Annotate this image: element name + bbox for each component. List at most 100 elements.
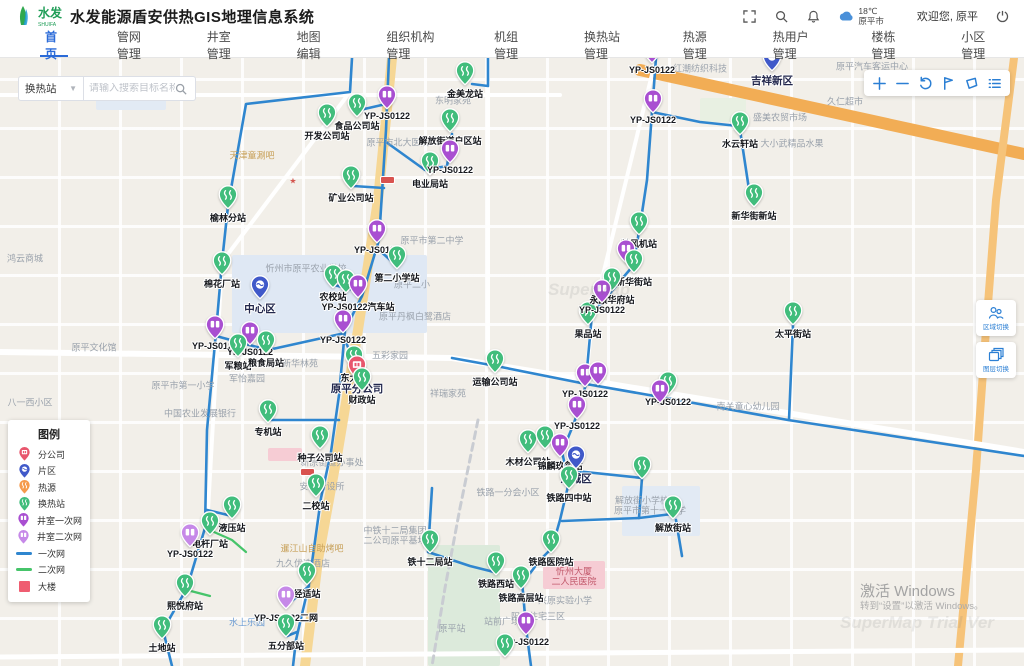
legend-line-icon: [16, 552, 32, 555]
area-switch-button[interactable]: 区域切换: [976, 300, 1016, 336]
map-poi-label: 祥瑞家苑: [430, 387, 466, 400]
notification-bell-icon[interactable]: [806, 9, 821, 24]
map-poi-label: 久仁超市: [827, 95, 863, 108]
marker-label: 吉祥新区: [751, 73, 793, 88]
logo-icon: [14, 5, 34, 27]
fullscreen-icon[interactable]: [742, 9, 757, 24]
marker-label: 熙悦府站: [167, 599, 203, 612]
tab-小区管理[interactable]: 小区管理: [934, 32, 1024, 57]
legend-item-换热站: 换热站: [16, 496, 82, 513]
marker-label: 新华街新站: [731, 209, 776, 222]
search-submit-icon[interactable]: [175, 83, 187, 95]
legend-items: 分公司片区热源换热站井室一次网井室二次网一次网二次网大楼: [16, 446, 82, 595]
marker-label: YP-JS0122: [427, 165, 473, 175]
marker-label: 经适站: [293, 587, 320, 600]
marker-label: 种子公司站: [297, 451, 342, 464]
tab-楼栋管理[interactable]: 楼栋管理: [844, 32, 934, 57]
legend-item-label: 分公司: [38, 448, 65, 461]
zoom-in-icon: [872, 76, 887, 91]
chevron-down-icon: ▼: [69, 84, 77, 93]
tab-热源管理[interactable]: 热源管理: [656, 32, 746, 57]
company-logo: 水发 SHUIFA: [14, 4, 62, 28]
marker-label: 第二小学站: [374, 271, 419, 284]
weather-widget: 18℃ 原平市: [838, 6, 884, 26]
legend-pin-icon: [16, 512, 31, 528]
legend-item-井室一次网: 井室一次网: [16, 512, 82, 529]
measure-flag-icon: [941, 76, 956, 91]
windows-activation-watermark-line2: 转到“设置”以激活 Windows。: [860, 598, 984, 612]
map-poi-label: 天津童涮吧: [229, 149, 274, 162]
marker-label: 铁路高层站: [498, 591, 543, 604]
legend-line-icon: [16, 568, 32, 571]
map-poi-label: 二公司原平基地: [363, 534, 426, 547]
marker-label: 榆林分站: [210, 211, 246, 224]
legend-item-二次网: 二次网: [16, 562, 82, 579]
zoom-in-button[interactable]: [868, 71, 891, 95]
tab-地图编辑[interactable]: 地图编辑: [270, 32, 360, 57]
layer-switch-button[interactable]: 图层切换: [976, 342, 1016, 378]
legend-item-热源: 热源: [16, 479, 82, 496]
legend-pin-icon: [16, 496, 32, 512]
people-icon: [988, 305, 1004, 320]
zoom-out-icon: [895, 76, 910, 91]
map-search-toolbar: 换热站 ▼: [18, 76, 196, 101]
legend-item-一次网: 一次网: [16, 545, 82, 562]
marker-label: YP-JS0122: [167, 549, 213, 559]
marker-label: 运输公司站: [472, 375, 517, 388]
supermap-watermark: SuperMap: [548, 280, 630, 300]
legend-item-label: 一次网: [38, 547, 65, 560]
marker-label: 果品站: [574, 327, 601, 340]
legend-item-label: 井室一次网: [37, 514, 82, 527]
map-poi-label: 大小武精品水果: [760, 137, 823, 150]
legend-title: 图例: [16, 426, 82, 442]
measure-area-button[interactable]: [960, 71, 983, 95]
map-poi-label: 红潮纺织科技: [673, 62, 727, 75]
map-legend: 图例 分公司片区热源换热站井室一次网井室二次网一次网二次网大楼: [8, 420, 90, 602]
tab-井室管理[interactable]: 井室管理: [180, 32, 270, 57]
marker-label: 矿业公司站: [328, 191, 373, 204]
header-actions: 18℃ 原平市 欢迎您, 原平: [742, 6, 1010, 26]
map-canvas[interactable]: 原平实验中学原平市北大医院东明家苑天津童涮吧忻州市原平农业学校原平市第二中学原平…: [0, 58, 1024, 666]
marker-label: 中心区: [244, 301, 276, 316]
map-poi-label: 中国农业发展银行: [164, 407, 236, 420]
marker-label: 棉花厂站: [204, 277, 240, 290]
welcome-text: 欢迎您, 原平: [917, 8, 978, 24]
search-icon[interactable]: [774, 9, 789, 24]
side-button-label: 区域切换: [983, 321, 1009, 331]
tab-机组管理[interactable]: 机组管理: [467, 32, 557, 57]
side-button-label: 图层切换: [983, 363, 1009, 373]
tab-组织机构管理[interactable]: 组织机构管理: [359, 32, 467, 57]
legend-pin-icon: [16, 529, 31, 545]
reset-icon: [918, 76, 933, 91]
marker-label: 铁路西站: [478, 577, 514, 590]
legend-item-label: 热源: [38, 481, 56, 494]
tab-管网管理[interactable]: 管网管理: [90, 32, 180, 57]
marker-label: 水云轩站: [722, 137, 758, 150]
legend-item-label: 换热站: [38, 497, 65, 510]
map-poi-label: 八一西小区: [7, 396, 52, 409]
weather-temp: 18℃: [858, 6, 877, 16]
category-select[interactable]: 换热站 ▼: [18, 76, 84, 101]
map-controls-bar: [864, 70, 1010, 96]
map-poi-label: 五彩家园: [372, 349, 408, 362]
marker-label: 铁十二局站: [407, 555, 452, 568]
logout-icon[interactable]: [995, 9, 1010, 24]
legend-item-label: 片区: [38, 464, 56, 477]
measure-flag-button[interactable]: [937, 71, 960, 95]
reset-button[interactable]: [914, 71, 937, 95]
logo-text-cn: 水发: [38, 6, 62, 20]
tab-换热站管理[interactable]: 换热站管理: [557, 32, 656, 57]
zoom-out-button[interactable]: [891, 71, 914, 95]
weather-city: 原平市: [858, 16, 884, 26]
app-root: 水发 SHUIFA 水发能源盾安供热GIS地理信息系统: [0, 0, 1024, 666]
tab-首页[interactable]: 首页: [18, 32, 90, 57]
map-poi-label: 原平文化馆: [71, 341, 116, 354]
legend-item-井室二次网: 井室二次网: [16, 529, 82, 546]
marker-label: 铁路医院站: [528, 555, 573, 568]
marker-label: 专机站: [254, 425, 281, 438]
marker-label: YP-JS0122: [629, 65, 675, 75]
tab-热用户管理[interactable]: 热用户管理: [746, 32, 845, 57]
marker-label: 铁路四中站: [546, 491, 591, 504]
result-list-button[interactable]: [983, 71, 1006, 95]
target-search-input[interactable]: [89, 83, 175, 94]
